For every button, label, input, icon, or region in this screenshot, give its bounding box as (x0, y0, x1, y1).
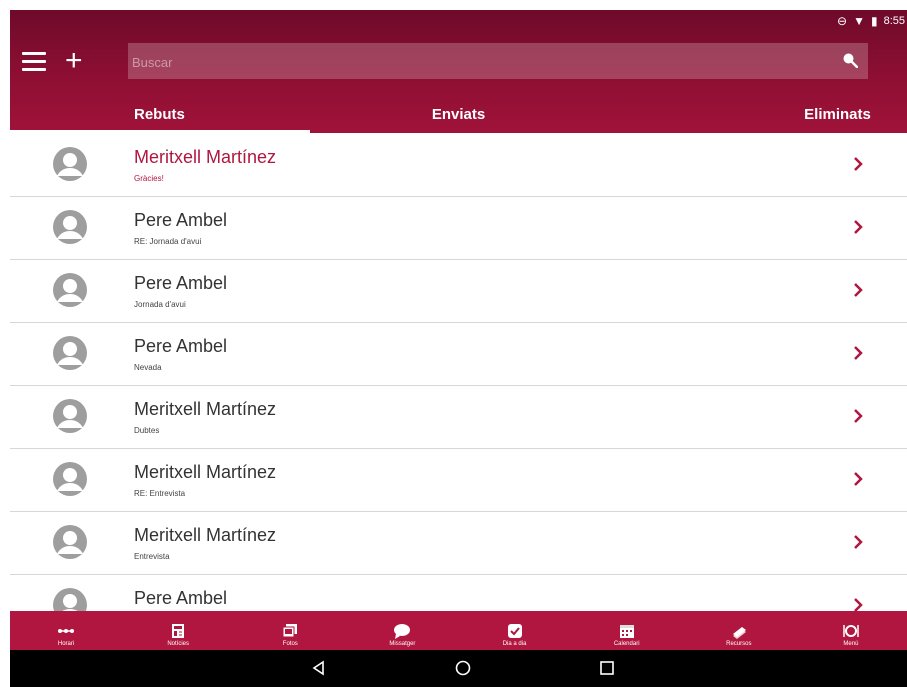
nav-noticies[interactable]: Notícies (122, 611, 234, 650)
books-icon (732, 627, 746, 639)
home-icon[interactable] (454, 659, 472, 677)
tab-label: Rebuts (134, 105, 185, 123)
tab-label: Enviats (431, 105, 486, 123)
user-avatar-icon (53, 525, 87, 559)
dining-icon (843, 625, 859, 637)
chevron-right-icon (854, 598, 863, 611)
recents-icon[interactable] (598, 659, 616, 677)
message-sender: Meritxell Martínez (134, 147, 277, 167)
hamburger-menu-icon[interactable] (22, 52, 46, 72)
nav-missatger[interactable]: Missatger (346, 611, 458, 650)
search-bar (128, 43, 868, 81)
user-avatar-icon (53, 462, 87, 496)
battery-icon: ▮ (870, 14, 878, 28)
app-window: ⊖ ▼ ▮ 8:55 + Rebuts Enviats Eli (10, 10, 907, 687)
user-avatar-icon (53, 147, 87, 181)
user-avatar-icon (53, 210, 87, 244)
status-bar: ⊖ ▼ ▮ 8:55 (837, 10, 907, 32)
message-row[interactable]: Meritxell Martínez RE: Entrevista (10, 449, 907, 512)
user-avatar-icon (53, 399, 87, 433)
nav-dia-a-dia[interactable]: Dia a dia (459, 611, 571, 650)
user-avatar-icon (53, 588, 87, 611)
app-bar: ⊖ ▼ ▮ 8:55 + Rebuts Enviats Eli (10, 10, 907, 133)
bottom-navigation: Horari Notícies Fotos Missatger Dia a di… (10, 611, 907, 650)
system-navigation-bar (10, 650, 907, 687)
nav-recursos[interactable]: Recursos (683, 611, 795, 650)
chevron-right-icon (854, 409, 863, 423)
message-sender: Meritxell Martínez (134, 399, 277, 419)
message-subject: Jornada d'avui (134, 300, 186, 309)
message-sender: Pere Ambel (134, 588, 228, 608)
message-row[interactable]: Meritxell Martínez Gràcies! (10, 134, 907, 197)
nav-label: Notícies (167, 641, 190, 647)
checkbox-icon (507, 624, 522, 638)
nav-menu[interactable]: Menú (795, 611, 907, 650)
message-subject: Entrevista (134, 552, 170, 561)
chat-bubble-icon (394, 624, 411, 639)
search-icon[interactable] (842, 52, 858, 68)
nav-label: Recursos (726, 641, 752, 647)
message-sender: Pere Ambel (134, 336, 228, 356)
add-icon[interactable]: + (65, 46, 91, 76)
nav-fotos[interactable]: Fotos (234, 611, 346, 650)
newspaper-icon (172, 624, 185, 638)
active-tab-indicator (10, 130, 310, 133)
chevron-right-icon (854, 472, 863, 486)
message-row[interactable]: Meritxell Martínez Dubtes (10, 386, 907, 449)
nav-calendari[interactable]: Calendari (571, 611, 683, 650)
message-row[interactable]: Pere Ambel Nevada (10, 323, 907, 386)
message-list: Meritxell Martínez Gràcies! Pere Ambel R… (10, 134, 907, 611)
photos-icon (282, 624, 298, 638)
calendar-icon (619, 625, 634, 638)
tab-bar: Rebuts Enviats Eliminats (10, 95, 907, 133)
message-row[interactable]: Pere Ambel (10, 575, 907, 611)
tab-rebuts[interactable]: Rebuts (10, 95, 310, 133)
nav-label: Horari (57, 641, 75, 647)
nav-label: Menú (843, 641, 859, 647)
nav-label: Missatger (389, 641, 416, 647)
do-not-disturb-icon: ⊖ (837, 14, 848, 28)
nav-label: Fotos (282, 641, 298, 647)
message-row[interactable]: Pere Ambel RE: Jornada d'avui (10, 197, 907, 260)
nav-label: Calendari (613, 641, 640, 647)
wifi-icon: ▼ (853, 14, 865, 28)
message-sender: Pere Ambel (134, 273, 228, 293)
message-subject: RE: Entrevista (134, 489, 186, 498)
chevron-right-icon (854, 220, 863, 234)
back-icon[interactable] (310, 659, 328, 677)
user-avatar-icon (53, 336, 87, 370)
message-row[interactable]: Pere Ambel Jornada d'avui (10, 260, 907, 323)
chevron-right-icon (854, 535, 863, 549)
message-subject: Gràcies! (134, 174, 164, 183)
tab-label: Eliminats (804, 105, 871, 123)
message-subject: RE: Jornada d'avui (134, 237, 202, 246)
message-sender: Pere Ambel (134, 210, 228, 230)
nav-label: Dia a dia (502, 641, 527, 647)
user-avatar-icon (53, 273, 87, 307)
tab-enviats[interactable]: Enviats (309, 95, 608, 133)
chevron-right-icon (854, 157, 863, 171)
message-row[interactable]: Meritxell Martínez Entrevista (10, 512, 907, 575)
message-sender: Meritxell Martínez (134, 462, 277, 482)
nav-horari[interactable]: Horari (10, 611, 122, 650)
chevron-right-icon (854, 346, 863, 360)
timeline-icon (58, 629, 75, 633)
message-subject: Dubtes (134, 426, 160, 435)
search-input[interactable] (128, 43, 834, 81)
status-time: 8:55 (883, 15, 905, 27)
message-sender: Meritxell Martínez (134, 525, 277, 545)
chevron-right-icon (854, 283, 863, 297)
message-subject: Nevada (134, 363, 162, 372)
tab-eliminats[interactable]: Eliminats (608, 95, 907, 133)
